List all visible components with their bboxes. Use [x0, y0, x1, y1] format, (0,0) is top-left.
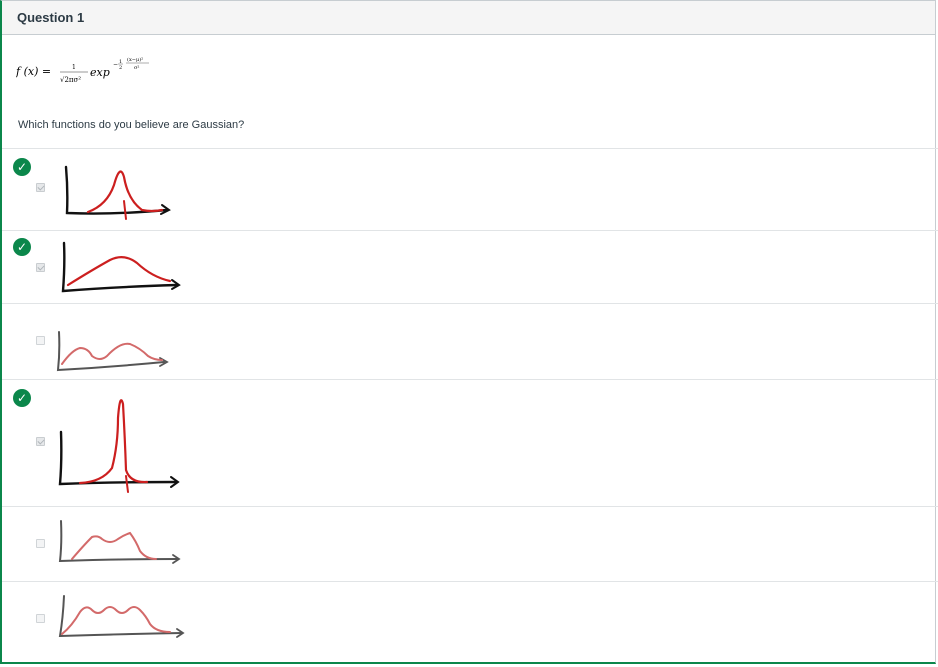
formula-function: exp [90, 66, 110, 79]
formula-denominator: √2πσ² [60, 76, 81, 84]
answer-checkbox-5[interactable] [36, 539, 45, 548]
double-hump-curve-sketch [58, 520, 181, 564]
answer-image-6 [52, 588, 192, 658]
question-card: Question 1 f (x) = 1 √2πσ² exp − 1 2 (x−… [0, 0, 938, 664]
answer-image-1 [52, 155, 182, 225]
wavy-multi-peak-curve-sketch [58, 595, 185, 638]
formula-numerator: 1 [72, 64, 76, 71]
answer-option-4[interactable]: ✓ [2, 379, 938, 507]
checkmark-circle-icon: ✓ [13, 238, 31, 256]
narrow-gaussian-sketch [64, 165, 171, 220]
answer-option-6[interactable] [2, 581, 938, 664]
formula-exponent-coef-den: 2 [119, 65, 122, 71]
answer-image-4 [52, 390, 182, 500]
answer-checkbox-4[interactable] [36, 437, 45, 446]
question-prompt: Which functions do you believe are Gauss… [18, 119, 245, 131]
checkmark-circle-icon: ✓ [13, 158, 31, 176]
formula-exponent-den: σ² [134, 65, 139, 71]
answer-option-5[interactable] [2, 506, 938, 582]
answer-option-3[interactable] [2, 303, 938, 380]
wide-gaussian-sketch [61, 241, 181, 293]
answer-checkbox-6[interactable] [36, 614, 45, 623]
answer-checkbox-1[interactable] [36, 183, 45, 192]
answer-option-2[interactable]: ✓ [2, 230, 938, 304]
answer-image-2 [52, 235, 182, 300]
answer-image-5 [52, 515, 182, 575]
question-header: Question 1 [2, 1, 935, 35]
tall-narrow-gaussian-sketch [58, 399, 180, 493]
formula-graphic: f (x) = 1 √2πσ² exp − 1 2 (x−μ)² σ² [16, 56, 149, 84]
bimodal-curve-sketch [56, 331, 169, 372]
answer-checkbox-3[interactable] [36, 336, 45, 345]
checkmark-circle-icon: ✓ [13, 389, 31, 407]
formula-exponent-sign: − [113, 61, 118, 68]
formula-lhs: f (x) = [16, 65, 51, 78]
formula-exponent-num: (x−μ)² [127, 56, 143, 63]
answer-checkbox-2[interactable] [36, 263, 45, 272]
answer-image-3 [52, 312, 182, 374]
question-title: Question 1 [17, 10, 85, 25]
gaussian-formula: f (x) = 1 √2πσ² exp − 1 2 (x−μ)² σ² [16, 53, 176, 87]
answer-option-1[interactable]: ✓ [2, 148, 938, 231]
